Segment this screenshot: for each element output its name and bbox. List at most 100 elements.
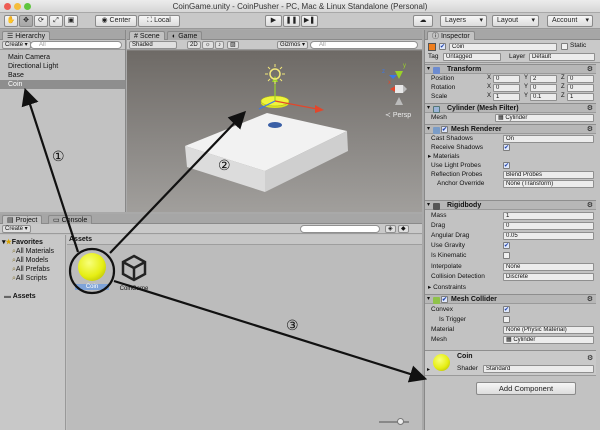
tag-dropdown[interactable]: Untagged	[443, 53, 501, 61]
thumbnail-size-slider[interactable]	[379, 421, 409, 423]
favorite-item[interactable]: ⌕All Prefabs	[12, 265, 50, 274]
audio-toggle[interactable]: ♪	[215, 41, 224, 49]
position-y-field[interactable]: 2	[530, 74, 557, 83]
expand-arrow-icon[interactable]: ▸	[427, 366, 430, 373]
favorites-header[interactable]: ▾★Favorites	[2, 238, 43, 246]
hierarchy-item[interactable]: Directional Light	[8, 62, 58, 71]
cast-shadows-dropdown[interactable]: On	[503, 134, 594, 143]
step-button[interactable]: ▶❚	[301, 15, 318, 27]
rotation-x-field[interactable]: 0	[493, 83, 520, 92]
rotation-y-field[interactable]: 0	[530, 83, 557, 92]
rotation-z-field[interactable]: 0	[567, 83, 594, 92]
filter-type-button[interactable]: ◈	[385, 225, 396, 233]
add-component-button[interactable]: Add Component	[476, 382, 576, 395]
effects-toggle[interactable]: ▨	[227, 41, 239, 49]
filter-label-button[interactable]: ◆	[398, 225, 409, 233]
favorite-item[interactable]: ⌕All Materials	[12, 247, 54, 256]
account-dropdown[interactable]: Account ▾	[547, 15, 593, 27]
constraints-row[interactable]: ▸ Constraints	[425, 283, 596, 292]
tab-inspector[interactable]: ⓘ Inspector	[427, 31, 475, 40]
perspective-label[interactable]: ≺ Persp	[385, 111, 411, 119]
materials-row[interactable]: ▸ Materials	[425, 152, 596, 161]
collider-mesh-field[interactable]: ▦ Cylinder	[503, 335, 594, 344]
gear-icon[interactable]: ⚙	[587, 65, 593, 74]
scale-z-field[interactable]: 1	[567, 92, 594, 101]
favorite-item[interactable]: ⌕All Scripts	[12, 274, 47, 283]
mesh-filter-header[interactable]: ▾ Cylinder (Mesh Filter) ⚙	[425, 103, 596, 113]
cloud-button[interactable]: ☁	[413, 15, 433, 27]
gear-icon[interactable]: ⚙	[587, 354, 593, 362]
mass-field[interactable]: 1	[503, 211, 594, 220]
pivot-center-toggle[interactable]: ◉ Center	[95, 15, 137, 27]
layer-dropdown[interactable]: Default	[529, 53, 595, 61]
gear-icon[interactable]: ⚙	[587, 201, 593, 210]
gizmos-dropdown[interactable]: Gizmos ▾	[277, 41, 309, 49]
mesh-collider-enabled-checkbox[interactable]: ✔	[441, 296, 448, 303]
scene-search-input[interactable]: All	[310, 41, 418, 49]
asset-tile-coin[interactable]: Coin	[75, 253, 109, 299]
rigidbody-header[interactable]: ▾ Rigidbody ⚙	[425, 200, 596, 210]
assets-folder[interactable]: ▬ Assets	[4, 293, 36, 300]
tab-project[interactable]: ▤ Project	[2, 215, 43, 224]
zoom-window-icon[interactable]	[24, 3, 31, 10]
mode-2d-toggle[interactable]: 2D	[187, 41, 201, 49]
gear-icon[interactable]: ⚙	[587, 104, 593, 113]
static-checkbox[interactable]	[561, 43, 568, 50]
tab-game[interactable]: ◐ Game	[167, 31, 203, 40]
position-z-field[interactable]: 0	[567, 74, 594, 83]
scale-x-field[interactable]: 1	[493, 92, 520, 101]
create-dropdown[interactable]: Create ▾	[2, 41, 31, 49]
is-kinematic-checkbox[interactable]	[503, 252, 510, 259]
tab-scene[interactable]: # Scene	[129, 31, 165, 40]
hierarchy-item[interactable]: Main Camera	[8, 53, 50, 62]
gear-icon[interactable]: ⚙	[587, 295, 593, 304]
rect-tool-button[interactable]: ▣	[64, 15, 78, 27]
move-tool-button[interactable]: ✥	[19, 15, 33, 27]
favorite-item[interactable]: ⌕All Models	[12, 256, 48, 265]
mesh-collider-header[interactable]: ▾ ✔ Mesh Collider ⚙	[425, 294, 596, 304]
hierarchy-item-selected[interactable]: Coin	[8, 80, 22, 89]
mesh-field[interactable]: ▦ Cylinder	[495, 113, 594, 122]
reflection-probes-dropdown[interactable]: Blend Probes	[503, 170, 594, 179]
hand-tool-button[interactable]: ✋	[4, 15, 18, 27]
tab-hierarchy[interactable]: ☰ Hierarchy	[2, 31, 51, 40]
collision-detection-dropdown[interactable]: Discrete	[503, 272, 594, 281]
angular-drag-field[interactable]: 0.05	[503, 231, 594, 240]
slider-thumb[interactable]	[397, 418, 404, 425]
gear-icon[interactable]: ⚙	[587, 125, 593, 134]
mesh-renderer-header[interactable]: ▾ ✔ Mesh Renderer ⚙	[425, 124, 596, 134]
convex-checkbox[interactable]: ✔	[503, 306, 510, 313]
project-search-input[interactable]	[300, 225, 380, 233]
interpolate-dropdown[interactable]: None	[503, 262, 594, 271]
asset-tile-scene[interactable]: CoinGame	[115, 253, 153, 299]
shader-dropdown[interactable]: Standard	[483, 365, 594, 373]
layout-dropdown[interactable]: Layout ▾	[492, 15, 539, 27]
minimize-window-icon[interactable]	[14, 3, 21, 10]
drag-field[interactable]: 0	[503, 221, 594, 230]
scene-viewport[interactable]: x y z ≺ Persp	[127, 51, 422, 212]
position-x-field[interactable]: 0	[493, 74, 520, 83]
shading-dropdown[interactable]: Shaded	[129, 41, 177, 49]
hierarchy-item[interactable]: Base	[8, 71, 24, 80]
lighting-toggle[interactable]: ☼	[202, 41, 214, 49]
close-window-icon[interactable]	[4, 3, 11, 10]
is-trigger-checkbox[interactable]	[503, 316, 510, 323]
anchor-override-field[interactable]: None (Transform)	[503, 179, 594, 188]
mesh-renderer-enabled-checkbox[interactable]: ✔	[441, 126, 448, 133]
scale-y-field[interactable]: 0.1	[530, 92, 557, 101]
pause-button[interactable]: ❚❚	[283, 15, 300, 27]
object-name-field[interactable]: Coin	[449, 43, 557, 51]
transform-header[interactable]: ▾ Transform ⚙	[425, 64, 596, 74]
rotate-tool-button[interactable]: ⟳	[34, 15, 48, 27]
light-probes-checkbox[interactable]: ✔	[503, 162, 510, 169]
receive-shadows-checkbox[interactable]: ✔	[503, 144, 510, 151]
physic-material-field[interactable]: None (Physic Material)	[503, 325, 594, 334]
scale-tool-button[interactable]: ⤢	[49, 15, 63, 27]
use-gravity-checkbox[interactable]: ✔	[503, 242, 510, 249]
create-dropdown[interactable]: Create ▾	[2, 225, 31, 233]
hierarchy-search-input[interactable]: All	[30, 41, 122, 49]
pivot-space-toggle[interactable]: ⛶ Local	[138, 15, 180, 27]
tab-console[interactable]: ▭ Console	[48, 215, 93, 224]
active-checkbox[interactable]: ✔	[439, 43, 446, 50]
play-button[interactable]: ▶	[265, 15, 282, 27]
